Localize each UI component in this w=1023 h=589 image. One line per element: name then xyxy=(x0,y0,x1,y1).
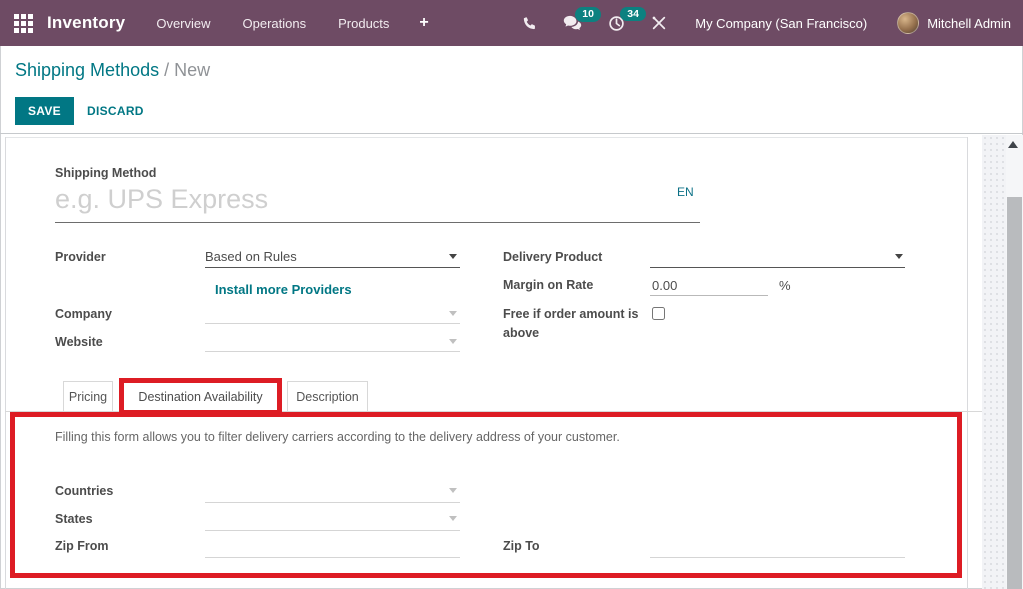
install-more-providers-link[interactable]: Install more Providers xyxy=(215,282,352,297)
destination-help-text: Filling this form allows you to filter d… xyxy=(55,430,620,444)
tab-description[interactable]: Description xyxy=(287,381,368,412)
phone-icon[interactable] xyxy=(522,16,537,31)
free-if-amount-label: Free if order amount is above xyxy=(503,305,643,343)
tab-pricing[interactable]: Pricing xyxy=(63,381,113,412)
breadcrumb-current: New xyxy=(174,60,210,80)
zip-from-label: Zip From xyxy=(55,539,108,553)
countries-field[interactable] xyxy=(205,502,460,503)
menu-overview[interactable]: Overview xyxy=(156,16,210,31)
free-if-amount-checkbox[interactable] xyxy=(652,307,665,320)
app-window: Inventory Overview Operations Products +… xyxy=(0,0,1023,589)
activities-badge: 34 xyxy=(620,7,646,22)
apps-grid-icon[interactable] xyxy=(14,14,33,33)
scrollbar-thumb[interactable] xyxy=(1007,197,1022,589)
company-caret-icon[interactable] xyxy=(449,311,457,316)
discard-button[interactable]: DISCARD xyxy=(81,97,150,125)
margin-on-rate-input[interactable] xyxy=(652,278,762,293)
provider-underline xyxy=(205,267,460,268)
delivery-product-label: Delivery Product xyxy=(503,250,602,264)
menu-products[interactable]: Products xyxy=(338,16,389,31)
menu-operations[interactable]: Operations xyxy=(243,16,307,31)
tools-icon[interactable] xyxy=(651,15,667,31)
margin-unit: % xyxy=(779,278,791,293)
controlpanel-divider xyxy=(0,133,1023,134)
save-button[interactable]: SAVE xyxy=(15,97,74,125)
margin-on-rate-label: Margin on Rate xyxy=(503,278,593,292)
zip-from-field[interactable] xyxy=(205,557,460,558)
activities-icon[interactable]: 34 xyxy=(608,15,625,32)
company-switcher[interactable]: My Company (San Francisco) xyxy=(695,16,867,31)
states-label: States xyxy=(55,512,93,526)
sheet-right-border xyxy=(967,137,968,589)
company-label: Company xyxy=(55,307,112,321)
sheet-left-border xyxy=(5,137,6,589)
language-badge[interactable]: EN xyxy=(677,185,694,199)
company-field[interactable] xyxy=(205,323,460,324)
zip-to-label: Zip To xyxy=(503,539,540,553)
states-caret-icon[interactable] xyxy=(449,516,457,521)
zip-to-field[interactable] xyxy=(650,557,905,558)
messages-badge: 10 xyxy=(575,7,601,22)
shipping-method-input[interactable] xyxy=(55,182,655,216)
provider-caret-icon[interactable] xyxy=(449,254,457,259)
scrollbar-up-arrow-icon[interactable] xyxy=(1008,141,1018,148)
tab-destination-availability[interactable]: Destination Availability xyxy=(123,381,278,412)
website-field[interactable] xyxy=(205,351,460,352)
countries-caret-icon[interactable] xyxy=(449,488,457,493)
provider-label: Provider xyxy=(55,250,106,264)
topbar-systray: 10 34 My Company (San Francisco) Mitchel… xyxy=(496,12,1011,34)
website-label: Website xyxy=(55,335,103,349)
provider-select[interactable]: Based on Rules xyxy=(205,249,450,264)
delivery-product-field[interactable] xyxy=(650,267,905,268)
shipping-method-underline xyxy=(55,222,700,223)
messages-icon[interactable]: 10 xyxy=(563,15,582,31)
website-caret-icon[interactable] xyxy=(449,339,457,344)
states-field[interactable] xyxy=(205,530,460,531)
app-title[interactable]: Inventory xyxy=(47,13,125,33)
breadcrumb: Shipping Methods / New xyxy=(15,60,210,81)
margin-underline xyxy=(650,295,768,296)
countries-label: Countries xyxy=(55,484,113,498)
sheet-top-border xyxy=(5,137,967,138)
delivery-product-caret-icon[interactable] xyxy=(895,254,903,259)
user-avatar[interactable] xyxy=(897,12,919,34)
plus-menu-icon[interactable]: + xyxy=(419,14,428,32)
user-menu[interactable]: Mitchell Admin xyxy=(927,16,1011,31)
shipping-method-label: Shipping Method xyxy=(55,166,156,180)
top-navbar: Inventory Overview Operations Products +… xyxy=(0,0,1023,46)
breadcrumb-shipping-methods[interactable]: Shipping Methods xyxy=(15,60,159,80)
breadcrumb-separator: / xyxy=(159,60,174,80)
